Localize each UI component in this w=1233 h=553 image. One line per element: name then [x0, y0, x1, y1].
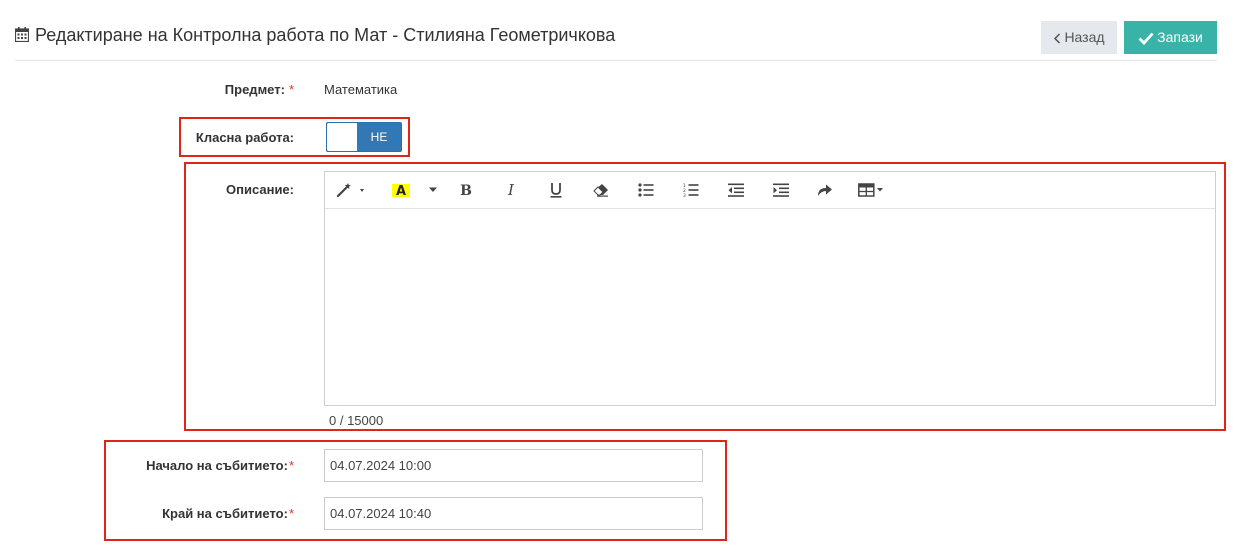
font-color-icon[interactable]: A	[391, 180, 411, 200]
font-color-dropdown-icon[interactable]	[425, 180, 441, 200]
table-icon[interactable]	[857, 180, 891, 200]
save-button[interactable]: Запази	[1124, 21, 1217, 54]
toggle-knob	[327, 123, 357, 151]
description-label: Описание:	[226, 182, 294, 197]
description-editor[interactable]: A B I 1 2 3	[324, 171, 1216, 406]
outdent-icon[interactable]	[726, 180, 746, 200]
redo-icon[interactable]	[815, 180, 835, 200]
check-icon	[1138, 32, 1154, 45]
classwork-label: Класна работа:	[195, 130, 294, 145]
svg-text:I: I	[507, 182, 515, 198]
underline-icon[interactable]	[546, 180, 566, 200]
end-label-text: Край на събитието:	[162, 506, 288, 521]
required-mark: *	[288, 458, 294, 473]
eraser-icon[interactable]	[591, 180, 611, 200]
back-button[interactable]: Назад	[1041, 21, 1117, 54]
classwork-toggle[interactable]: НЕ	[326, 122, 402, 152]
calendar-icon	[15, 27, 29, 42]
start-datetime-input[interactable]	[324, 449, 703, 482]
indent-icon[interactable]	[771, 180, 791, 200]
required-mark: *	[288, 506, 294, 521]
start-label: Начало на събитието:*	[146, 458, 294, 473]
ordered-list-icon[interactable]: 1 2 3	[681, 180, 701, 200]
end-label: Край на събитието:*	[162, 506, 294, 521]
header-divider	[15, 60, 1217, 61]
end-datetime-input[interactable]	[324, 497, 703, 530]
editor-content-area[interactable]	[325, 209, 1215, 405]
subject-label: Предмет: *	[225, 82, 294, 97]
svg-text:B: B	[460, 183, 472, 198]
chevron-left-icon	[1054, 33, 1061, 44]
bold-icon[interactable]: B	[456, 180, 476, 200]
svg-text:3: 3	[683, 193, 686, 197]
required-mark: *	[288, 82, 294, 97]
svg-text:A: A	[396, 184, 406, 198]
character-counter: 0 / 15000	[329, 413, 384, 428]
start-label-text: Начало на събитието:	[146, 458, 288, 473]
editor-toolbar: A B I 1 2 3	[325, 172, 1215, 209]
subject-value: Математика	[324, 82, 398, 97]
page-title: Редактиране на Контролна работа по Мат -…	[35, 25, 616, 45]
unordered-list-icon[interactable]	[636, 180, 656, 200]
save-button-label: Запази	[1157, 29, 1203, 45]
toggle-state: НЕ	[370, 130, 388, 144]
back-button-label: Назад	[1064, 29, 1105, 45]
subject-label-text: Предмет:	[224, 82, 285, 97]
italic-icon[interactable]: I	[501, 180, 521, 200]
magic-icon[interactable]	[335, 180, 369, 200]
